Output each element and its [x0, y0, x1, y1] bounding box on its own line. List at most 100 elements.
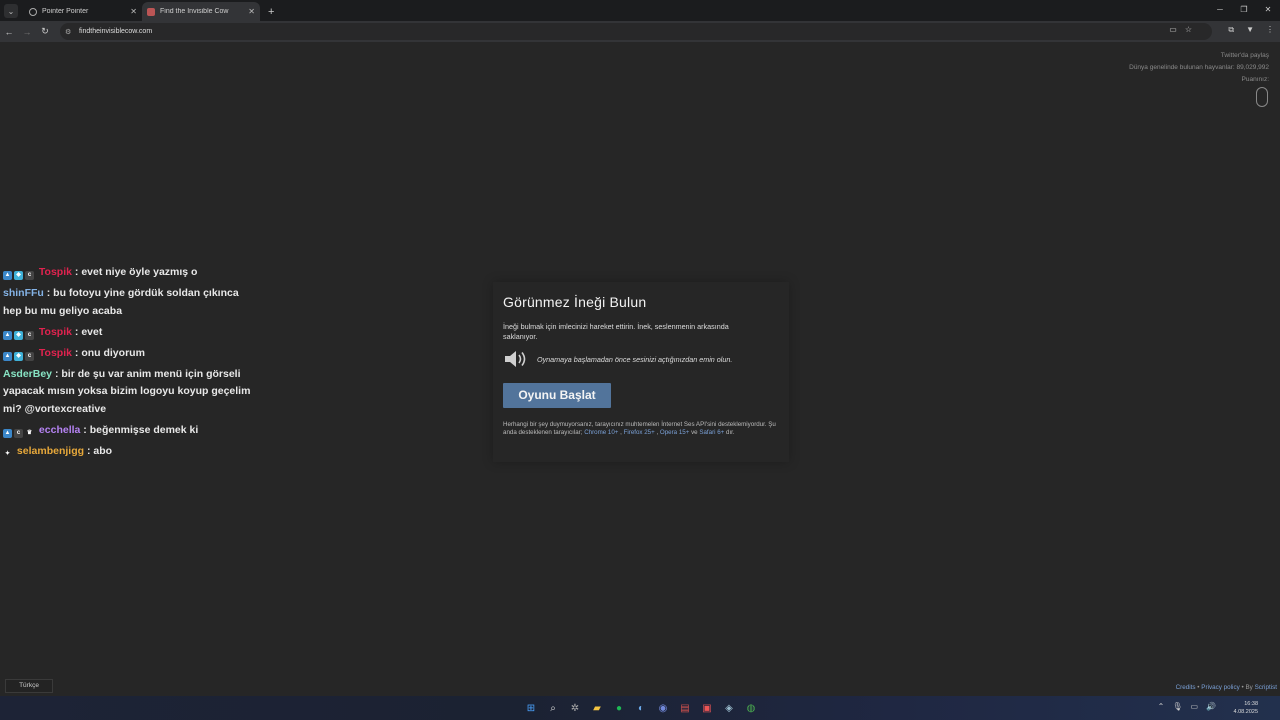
crown-badge-icon: ♛	[26, 429, 33, 436]
score-label: Puanınız:	[1241, 76, 1269, 83]
settings-gear-icon[interactable]: ✲	[567, 700, 583, 716]
browser-toolbar: ← → ↻ ⚙ findtheinvisiblecow.com ▭ ☆ ⧉ ▼ …	[0, 21, 1280, 42]
cube-badge-icon: ◆	[14, 330, 23, 340]
c-badge-icon: c	[25, 330, 34, 340]
chat-username: ecchella	[38, 423, 81, 436]
app-icon[interactable]: ◐	[633, 700, 649, 716]
chat-username: shinFFu	[3, 287, 44, 299]
note-suffix: dır.	[726, 429, 735, 436]
chat-message: AsderBey : bir de şu var anim menü için …	[3, 366, 253, 419]
chat-username: Tospik	[38, 266, 72, 278]
sound-hint: Oynamaya başlamadan önce sesinizi açtığı…	[537, 354, 733, 364]
chat-message: ▲ c ♛ ecchella : beğenmişse demek ki	[3, 422, 253, 440]
extensions-icon[interactable]: ⧉	[1228, 25, 1234, 35]
chat-message: ▲ ◆ c Tospik : evet niye öyle yazmış o	[3, 264, 253, 282]
chat-message: ▲ ◆ c Tospik : evet	[3, 324, 253, 342]
prime-badge-icon: ▲	[3, 351, 12, 361]
discord-icon[interactable]: ◉	[655, 700, 671, 716]
author-link[interactable]: Scriptist	[1255, 684, 1277, 691]
chat-message: ✦ selambenjigg : abo	[3, 443, 253, 461]
chat-username: AsderBey	[3, 367, 53, 380]
taskbar: ⊞ ⌕ ✲ ▰ ● ◐ ◉ ▤ ▣ ◈ ◍ ⌃ 🎙 ▭ 🔊 16:38 4.08…	[0, 696, 1280, 720]
chat-text: : abo	[86, 444, 113, 457]
tray-overflow-icon[interactable]: ⌃	[1158, 702, 1165, 711]
page-viewport: Twitter'da paylaş Dünya genelinde buluna…	[0, 42, 1280, 696]
tab-title: Pointer Pointer	[42, 8, 89, 15]
profile-icon[interactable]: ▼	[1246, 25, 1254, 35]
gem-badge-icon: ✦	[4, 450, 11, 457]
notes-app-icon[interactable]: ▣	[699, 700, 715, 716]
footer-links: Credits • Privacy policy • By Scriptist	[1175, 684, 1277, 691]
tab-search-button[interactable]: ⌄	[4, 4, 18, 18]
file-explorer-icon[interactable]: ▰	[589, 700, 605, 716]
note-and: ve	[691, 429, 698, 436]
address-bar[interactable]: ⚙ findtheinvisiblecow.com	[60, 23, 1212, 40]
microphone-icon[interactable]: 🎙	[1172, 702, 1182, 711]
bookmark-star-icon[interactable]: ☆	[1185, 25, 1192, 34]
c-badge-icon: c	[14, 428, 23, 438]
install-app-icon[interactable]: ▭	[1169, 25, 1177, 34]
chat-username: Tospik	[38, 346, 72, 359]
browser-support-note: Herhangi bir şey duymuyorsanız, tarayıcı…	[503, 421, 776, 436]
spotify-icon[interactable]: ●	[611, 700, 627, 716]
display-icon[interactable]: ▭	[1190, 702, 1198, 711]
cube-badge-icon: ◆	[14, 271, 23, 280]
close-icon[interactable]: ✕	[130, 7, 137, 16]
clock-time: 16:38	[1244, 701, 1258, 707]
chat-overlay: ▲ ◆ c Tospik : evet niye öyle yazmış o shi…	[3, 264, 253, 464]
share-twitter-link[interactable]: Twitter'da paylaş	[1129, 50, 1269, 62]
credits-link[interactable]: Credits	[1176, 684, 1196, 691]
system-clock[interactable]: 16:38 4.08.2025	[1234, 700, 1258, 716]
back-button[interactable]: ←	[0, 27, 18, 37]
language-selector[interactable]: Türkçe	[5, 679, 53, 693]
start-game-button[interactable]: Oyunu Başlat	[503, 383, 611, 408]
close-window-button[interactable]: ✕	[1256, 0, 1280, 21]
privacy-policy-link[interactable]: Privacy policy	[1201, 684, 1240, 691]
chat-message: ▲ ◆ c Tospik : onu diyorum	[3, 345, 253, 363]
prime-badge-icon: ▲	[3, 271, 12, 280]
opera-link[interactable]: Opera 15+	[660, 429, 689, 436]
reload-button[interactable]: ↻	[36, 26, 54, 37]
close-icon[interactable]: ✕	[248, 7, 255, 16]
score-cow-outline	[1256, 87, 1268, 107]
clock-date: 4.08.2025	[1233, 709, 1258, 715]
tab-find-invisible-cow[interactable]: Find the Invisible Cow ✕	[142, 2, 260, 21]
cube-badge-icon: ◆	[14, 351, 23, 361]
globe-icon	[29, 7, 37, 16]
chat-text: : evet	[74, 325, 103, 338]
steam-icon[interactable]: ◈	[721, 700, 737, 716]
tab-strip: ⌄ Pointer Pointer ✕ Find the Invisible C…	[0, 0, 1280, 21]
start-dialog: Görünmez İneği Bulun İneği bulmak için i…	[493, 282, 789, 462]
chat-username: selambenjigg	[16, 444, 85, 457]
media-app-icon[interactable]: ▤	[677, 700, 693, 716]
url-text: findtheinvisiblecow.com	[79, 28, 153, 35]
c-badge-icon: c	[25, 351, 34, 361]
new-tab-button[interactable]: +	[268, 6, 274, 18]
menu-icon[interactable]: ⋮	[1266, 25, 1274, 35]
prime-badge-icon: ▲	[3, 330, 12, 340]
prime-badge-icon: ▲	[3, 428, 12, 438]
dialog-title: Görünmez İneği Bulun	[503, 294, 647, 310]
dialog-description: İneği bulmak için imlecinizi hareket ett…	[503, 322, 729, 341]
restore-button[interactable]: ❐	[1232, 0, 1256, 21]
volume-icon[interactable]: 🔊	[1206, 702, 1216, 711]
site-info-icon[interactable]: ⚙	[65, 28, 74, 36]
search-icon[interactable]: ⌕	[545, 700, 561, 716]
firefox-link[interactable]: Firefox 25+	[624, 429, 655, 436]
minimize-button[interactable]: ─	[1208, 0, 1232, 21]
forward-button[interactable]: →	[18, 27, 36, 37]
chat-text: : evet niye öyle yazmış o	[74, 266, 198, 278]
tab-pointer-pointer[interactable]: Pointer Pointer ✕	[24, 2, 142, 21]
cow-favicon-icon	[147, 7, 155, 16]
chat-text: : onu diyorum	[74, 346, 145, 359]
c-badge-icon: c	[25, 271, 34, 280]
safari-link[interactable]: Safari 6+	[699, 429, 724, 436]
windows-start-icon[interactable]: ⊞	[523, 700, 539, 716]
tab-title: Find the Invisible Cow	[160, 8, 229, 15]
by-label: By	[1245, 684, 1253, 691]
animals-found-counter: Dünya genelinde bulunan hayvanlar: 89,02…	[1129, 64, 1269, 71]
chrome-link[interactable]: Chrome 10+	[584, 429, 618, 436]
chat-message: shinFFu : bu fotoyu yine gördük soldan ç…	[3, 285, 253, 320]
chrome-icon[interactable]: ◍	[743, 700, 759, 716]
speaker-icon	[505, 351, 526, 367]
